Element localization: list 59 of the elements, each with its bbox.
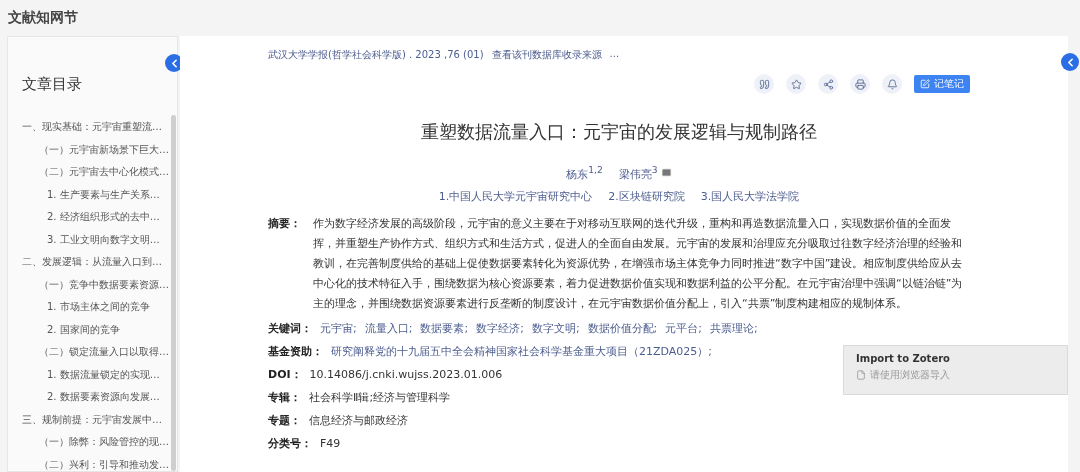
field-label: 专题： (268, 412, 301, 429)
page-title: 文献知网节 (7, 8, 79, 27)
file-icon (856, 370, 866, 380)
share-icon (822, 78, 834, 90)
field-label: 关键词： (268, 320, 312, 337)
print-button[interactable] (850, 74, 870, 94)
popup-title: Import to Zotero (856, 353, 951, 364)
pencil-icon (920, 79, 930, 89)
affiliation-link[interactable]: 3.国人民大学法学院 (700, 188, 800, 204)
keyword-link[interactable]: 流量入口; (364, 320, 413, 337)
toc-item[interactable]: 1. 市场主体之间的竞争 (8, 296, 165, 319)
note-button[interactable]: 记笔记 (914, 75, 970, 93)
keyword-link[interactable]: 研究阐释党的十九届五中全会精神国家社会科学基金重大项目（21ZDA025）; (331, 343, 713, 360)
source-link[interactable]: 查看该刊数据库收录来源 (491, 48, 602, 62)
field-value: F49 (320, 435, 341, 452)
keyword-link[interactable]: 数据价值分配; (587, 320, 658, 337)
more-text[interactable]: ... (609, 48, 620, 62)
affiliation-link[interactable]: 1.中国人民大学元宇宙研究中心 (438, 188, 593, 204)
field-label: DOI： (268, 366, 302, 383)
sidebar-title: 文章目录 (22, 75, 83, 94)
print-icon (854, 78, 866, 90)
keyword-link[interactable]: 数字文明; (531, 320, 580, 337)
star-icon (790, 78, 802, 90)
quote-icon (758, 78, 770, 90)
keyword-link[interactable]: 共票理论; (710, 320, 758, 337)
toc-item[interactable]: 2. 国家间的竞争 (8, 318, 165, 341)
affiliation-link[interactable]: 2.区块链研究院 (608, 188, 685, 204)
abstract-text: 作为数字经济发展的高级阶段，元宇宙的意义主要在于对移动互联网的迭代升级，重构和再造数据流量入口，实现数据价值的全面发挥，并重塑生产协作方式、组织方式和生活方式，促进人的全面自由发展。元宇宙的发展和治理应充分吸取过往数字经济治理的经验和教训，在完善制度供给的基础上促使数据要素转化为资源优势，在增强市场主体竞争力同时推进“数字中国”建设。相应制度供给应从去中心化的技术特征入手，围绕数据为核心资源要素，着力促进数据价值实现和数据利益的公平分配。在元宇宙治理中强调“以链治链”为主的理念，并围绕数据资源要素进行反垄断的制度设计，在元宇宙数据价值分配上，引入“共票”制度构建相应的规制体系。 (313, 215, 964, 312)
collapse-button[interactable] (1061, 53, 1079, 71)
toc-item[interactable]: 2. 数据要素资源向发展… (8, 386, 165, 409)
journal-source: 武汉大学学报(哲学社会科学版) . 2023 ,76 (01) (268, 48, 484, 62)
keyword-link[interactable]: 元宇宙; (320, 320, 357, 337)
star-button[interactable] (786, 74, 806, 94)
toc-item[interactable]: 一、现实基础：元宇宙重塑流… (8, 116, 165, 139)
field-label: 摘要： (268, 215, 301, 232)
toc-item[interactable]: 1. 生产要素与生产关系… (8, 183, 165, 206)
article-title: 重塑数据流量入口：元宇宙的发展逻辑与规制路径 (420, 120, 818, 144)
keyword-link[interactable]: 数据要素; (420, 320, 469, 337)
field-value: 10.14086/j.cnki.wujss.2023.01.006 (309, 366, 503, 383)
author-link[interactable]: 梁伟亮$^{3}$ (618, 164, 658, 182)
toc-item[interactable]: 二、发展逻辑：从流量入口到… (8, 251, 165, 274)
keyword-link[interactable]: 元平台; (665, 320, 703, 337)
field-label: 基金资助： (268, 343, 323, 360)
quote-button[interactable] (754, 74, 774, 94)
field-value: 社会科学Ⅱ辑;经济与管理科学 (309, 389, 451, 406)
share-button[interactable] (818, 74, 838, 94)
scrollbar[interactable] (171, 115, 176, 471)
toc-item[interactable]: 1. 数据流量锁定的实现… (8, 363, 165, 386)
toc-item[interactable]: 3. 工业文明向数字文明… (8, 228, 165, 251)
author-link[interactable]: 杨东$^{1,2}$ (566, 164, 603, 182)
toc-item[interactable]: 三、规制前提：元宇宙发展中… (8, 408, 165, 431)
field-label: 分类号： (268, 435, 312, 452)
keyword-link[interactable]: 数字经济; (476, 320, 524, 337)
field-label: 专辑： (268, 389, 301, 406)
toc-item[interactable]: 2. 经济组织形式的去中… (8, 206, 165, 229)
field-value: 信息经济与邮政经济 (309, 412, 408, 429)
bell-icon (886, 78, 898, 90)
mail-icon[interactable] (660, 167, 672, 179)
bell-button[interactable] (882, 74, 902, 94)
